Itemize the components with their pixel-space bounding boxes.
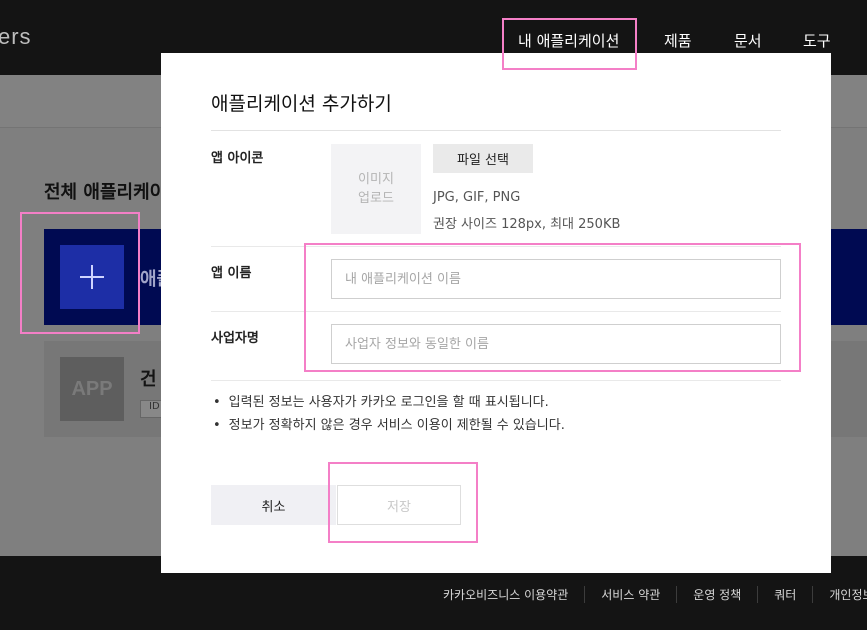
add-app-plus-icon[interactable] [60, 245, 124, 309]
business-name-label: 사업자명 [211, 331, 259, 346]
upload-text-line2: 업로드 [358, 191, 394, 206]
file-select-button[interactable]: 파일 선택 [433, 144, 533, 173]
app-id-tag: ID [140, 400, 162, 418]
footer-link-biz-terms[interactable]: 카카오비즈니스 이용약관 [443, 586, 584, 603]
app-name: 건 [140, 369, 157, 390]
footer-link-quota[interactable]: 쿼터 [757, 586, 812, 603]
app-name-label: 앱 이름 [211, 266, 252, 281]
business-name-input[interactable] [331, 324, 781, 364]
notice-item: 정보가 정확하지 않은 경우 서비스 이용이 제한될 수 있습니다. [213, 414, 565, 437]
app-thumbnail: APP [60, 357, 124, 421]
add-app-modal: 애플리케이션 추가하기 앱 아이콘 이미지 업로드 파일 선택 JPG, GIF… [161, 53, 831, 573]
row-divider [211, 311, 781, 312]
file-size-hint: 권장 사이즈 128px, 최대 250KB [433, 217, 621, 232]
modal-title-divider [211, 130, 781, 131]
row-divider [211, 380, 781, 381]
footer-link-service-terms[interactable]: 서비스 약관 [584, 586, 676, 603]
footer-link-privacy[interactable]: 개인정보 [812, 586, 867, 603]
nav-products[interactable]: 제품 [664, 30, 692, 51]
image-upload-box[interactable]: 이미지 업로드 [331, 144, 421, 234]
brand-logo[interactable]: ers [0, 24, 32, 50]
nav-my-applications[interactable]: 내 애플리케이션 [518, 30, 619, 51]
row-divider [211, 246, 781, 247]
footer-link-operation-policy[interactable]: 운영 정책 [676, 586, 757, 603]
upload-text-line1: 이미지 [358, 172, 394, 187]
app-name-input[interactable] [331, 259, 781, 299]
file-format-hint: JPG, GIF, PNG [433, 190, 521, 205]
app-icon-label: 앱 아이콘 [211, 151, 264, 166]
save-button[interactable]: 저장 [337, 485, 461, 525]
notice-list: 입력된 정보는 사용자가 카카오 로그인을 할 때 표시됩니다. 정보가 정확하… [213, 391, 565, 437]
nav-docs[interactable]: 문서 [734, 30, 762, 51]
notice-item: 입력된 정보는 사용자가 카카오 로그인을 할 때 표시됩니다. [213, 391, 565, 414]
page-heading: 전체 애플리케이션 [44, 182, 162, 203]
nav-tools[interactable]: 도구 [803, 30, 831, 51]
modal-title: 애플리케이션 추가하기 [211, 93, 392, 115]
add-app-label: 애플리케이션 추가하기 [140, 269, 162, 290]
footer-links: 카카오비즈니스 이용약관 서비스 약관 운영 정책 쿼터 개인정보 [443, 586, 867, 603]
cancel-button[interactable]: 취소 [211, 485, 336, 525]
